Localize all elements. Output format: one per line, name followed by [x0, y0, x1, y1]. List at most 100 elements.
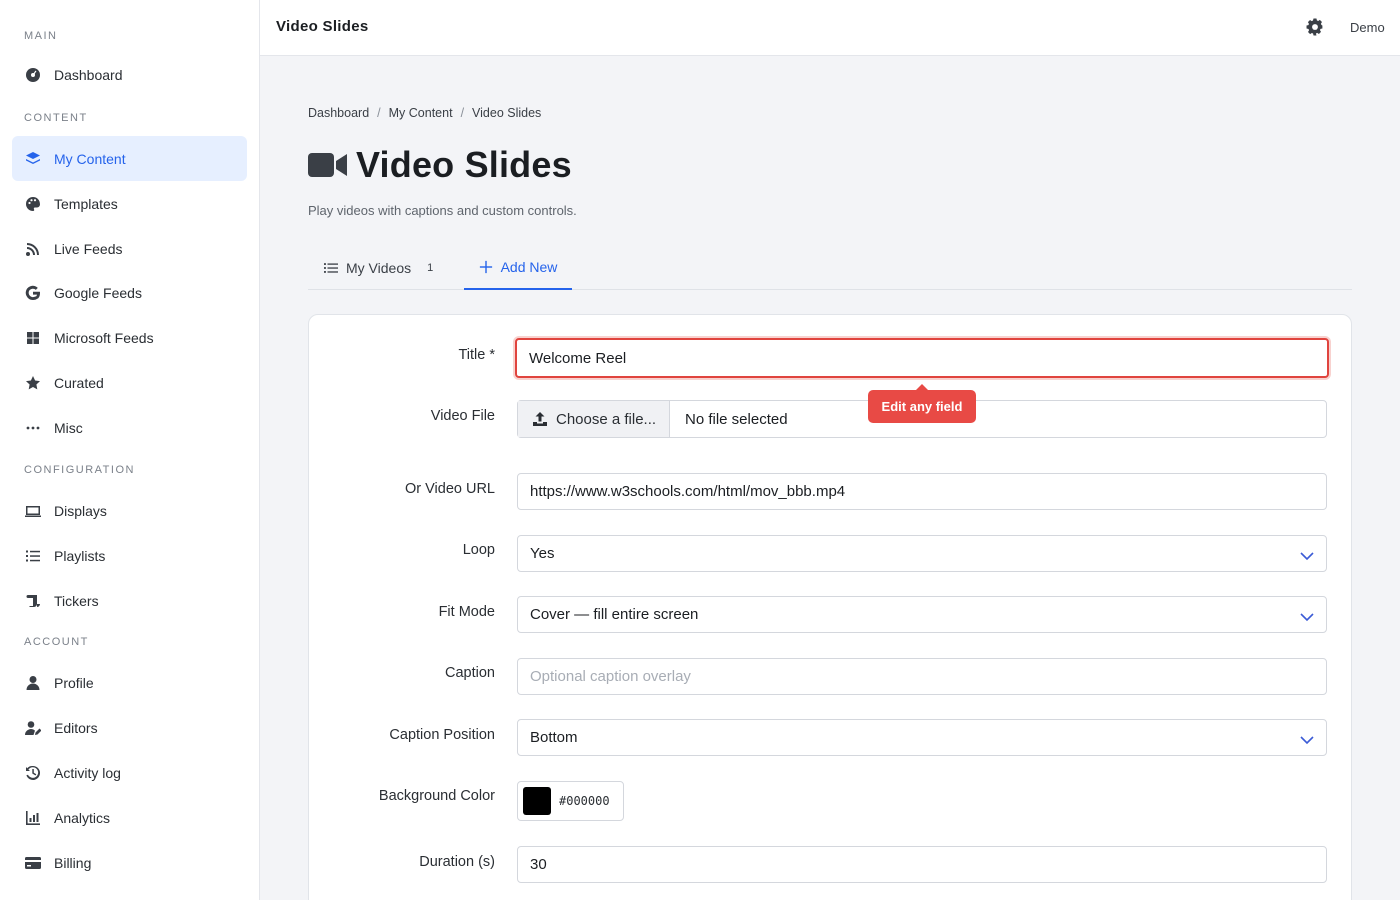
- section-label-content: CONTENT: [24, 112, 88, 124]
- tab-my-videos[interactable]: My Videos 1: [324, 246, 433, 290]
- page-title-block: Video Slides: [308, 144, 572, 186]
- edit-tooltip: Edit any field: [868, 384, 976, 423]
- loop-select[interactable]: Yes: [517, 535, 1327, 572]
- sidebar-item-label: Curated: [54, 374, 104, 391]
- caption-label: Caption: [445, 665, 495, 681]
- fit-mode-label: Fit Mode: [438, 604, 495, 620]
- history-icon: [24, 764, 42, 782]
- top-header: Video Slides Demo: [260, 0, 1400, 56]
- tab-label: Add New: [500, 259, 558, 275]
- sidebar-item-activity-log[interactable]: Activity log: [12, 750, 247, 795]
- list-icon: [24, 547, 42, 565]
- chevron-down-icon: [1300, 732, 1314, 745]
- caption-position-label: Caption Position: [389, 727, 495, 743]
- sidebar-item-label: Profile: [54, 674, 94, 691]
- sidebar-item-editors[interactable]: Editors: [12, 705, 247, 750]
- color-swatch: [523, 787, 551, 815]
- sidebar-item-playlists[interactable]: Playlists: [12, 533, 247, 578]
- sidebar-item-templates[interactable]: Templates: [12, 181, 247, 226]
- monitor-icon: [24, 502, 42, 520]
- layers-icon: [24, 150, 42, 168]
- credit-card-icon: [24, 854, 42, 872]
- sidebar-item-tickers[interactable]: Tickers: [12, 578, 247, 623]
- sidebar-item-live-feeds[interactable]: Live Feeds: [12, 226, 247, 271]
- chart-icon: [24, 809, 42, 827]
- caption-input[interactable]: Optional caption overlay: [517, 658, 1327, 695]
- fit-mode-select[interactable]: Cover — fill entire screen: [517, 596, 1327, 633]
- sidebar-item-curated[interactable]: Curated: [12, 360, 247, 405]
- sidebar-item-profile[interactable]: Profile: [12, 660, 247, 705]
- sidebar-item-microsoft-feeds[interactable]: Microsoft Feeds: [12, 315, 247, 360]
- page-title: Video Slides: [356, 144, 572, 185]
- breadcrumb-separator: /: [460, 106, 465, 120]
- sidebar-item-my-content[interactable]: My Content: [12, 136, 247, 181]
- tab-count-badge: 1: [427, 262, 434, 274]
- tab-label: My Videos: [346, 260, 412, 276]
- user-edit-icon: [24, 719, 42, 737]
- sidebar-item-dashboard[interactable]: Dashboard: [12, 52, 247, 97]
- sidebar-item-label: Analytics: [54, 809, 111, 826]
- choose-file-button[interactable]: Choose a file...: [518, 401, 670, 437]
- sidebar-item-label: Displays: [54, 502, 107, 519]
- video-file-label: Video File: [430, 408, 495, 424]
- loop-label: Loop: [462, 542, 495, 558]
- header-title: Video Slides: [276, 18, 369, 35]
- dashboard-icon: [24, 66, 42, 84]
- breadcrumb-separator: /: [377, 106, 381, 120]
- gear-icon[interactable]: [1306, 18, 1326, 38]
- scroll-icon: [24, 592, 42, 610]
- chevron-down-icon: [1300, 548, 1314, 561]
- section-label-account: ACCOUNT: [24, 636, 89, 648]
- sidebar-item-label: My Content: [54, 150, 126, 167]
- user-menu[interactable]: Demo: [1350, 20, 1385, 35]
- ellipsis-icon: [24, 419, 42, 437]
- sidebar-item-label: Misc: [54, 419, 83, 436]
- section-label-configuration: CONFIGURATION: [24, 464, 135, 476]
- tab-add-new[interactable]: Add New: [464, 246, 572, 290]
- sidebar-item-displays[interactable]: Displays: [12, 488, 247, 533]
- duration-label: Duration (s): [419, 854, 495, 870]
- color-hex: #000000: [559, 794, 610, 808]
- sidebar-item-label: Dashboard: [54, 66, 123, 83]
- chevron-down-icon: [1300, 609, 1314, 622]
- caption-position-select[interactable]: Bottom: [517, 719, 1327, 756]
- background-color-label: Background Color: [378, 788, 495, 804]
- user-icon: [24, 674, 42, 692]
- duration-input[interactable]: 30: [517, 846, 1327, 883]
- sidebar: MAIN Dashboard CONTENT My Content Templa…: [0, 0, 260, 900]
- sidebar-item-billing[interactable]: Billing: [12, 840, 247, 885]
- breadcrumb-current: Video Slides: [472, 106, 542, 120]
- caption-position-value: Bottom: [530, 729, 578, 746]
- title-label: Title *: [458, 347, 495, 363]
- title-input[interactable]: Welcome Reel: [515, 338, 1329, 378]
- choose-file-label: Choose a file...: [556, 410, 657, 428]
- sidebar-item-label: Google Feeds: [54, 284, 142, 301]
- video-url-label: Or Video URL: [405, 481, 495, 497]
- sidebar-item-label: Billing: [54, 854, 92, 871]
- breadcrumb-dashboard[interactable]: Dashboard: [308, 106, 369, 120]
- loop-value: Yes: [530, 545, 555, 562]
- section-label-main: MAIN: [24, 30, 58, 42]
- page-subtitle: Play videos with captions and custom con…: [308, 203, 577, 218]
- tabs: My Videos 1 Add New: [308, 246, 1352, 290]
- fit-mode-value: Cover — fill entire screen: [530, 606, 699, 623]
- sidebar-item-label: Templates: [54, 195, 118, 212]
- star-icon: [24, 374, 42, 392]
- sidebar-item-label: Playlists: [54, 547, 106, 564]
- sidebar-item-label: Tickers: [54, 592, 99, 609]
- google-icon: [24, 284, 42, 302]
- breadcrumb-my-content[interactable]: My Content: [389, 106, 453, 120]
- sidebar-item-analytics[interactable]: Analytics: [12, 795, 247, 840]
- upload-icon: [533, 412, 547, 426]
- sidebar-item-misc[interactable]: Misc: [12, 405, 247, 450]
- plus-icon: [479, 260, 492, 274]
- file-status: No file selected: [685, 410, 788, 428]
- windows-icon: [24, 329, 42, 347]
- satellite-dish-icon: [24, 240, 42, 258]
- background-color-picker[interactable]: #000000: [517, 781, 624, 821]
- palette-icon: [24, 195, 42, 213]
- sidebar-item-label: Live Feeds: [54, 240, 123, 257]
- video-url-input[interactable]: https://www.w3schools.com/html/mov_bbb.m…: [517, 473, 1327, 510]
- sidebar-item-label: Editors: [54, 719, 98, 736]
- sidebar-item-google-feeds[interactable]: Google Feeds: [12, 270, 247, 315]
